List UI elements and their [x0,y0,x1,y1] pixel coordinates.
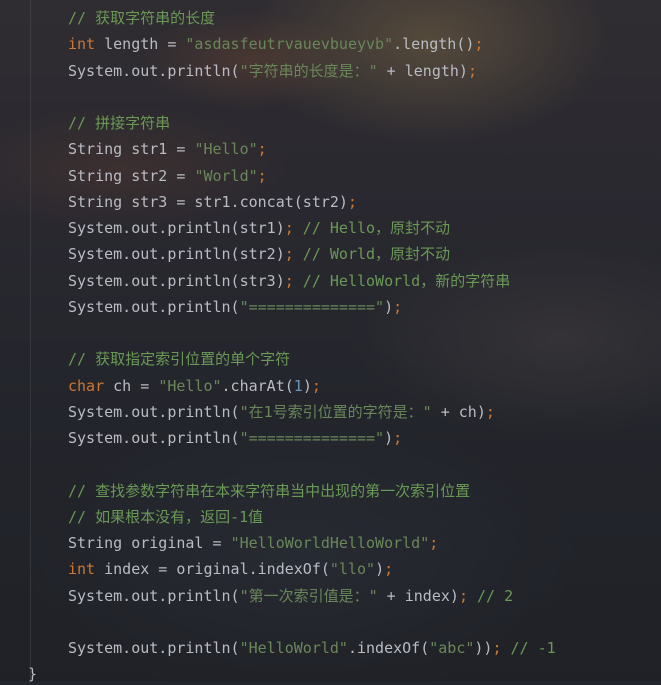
comment-token: // -1 [501,639,556,657]
code-line[interactable]: // 查找参数字符串在本来字符串当中出现的第一次索引位置 [68,480,470,502]
keyword-token: ; [393,429,403,447]
keyword-token: ; [393,298,403,316]
string-literal-token: "字符串的长度是：" [239,62,378,80]
keyword-token: ; [284,272,294,290]
string-literal-token: "在1号索引位置的字符是：" [239,403,432,421]
code-token: ) [375,560,385,578]
code-token: String str3 = str1.concat(str2) [68,193,348,211]
code-line[interactable]: System.out.println(str1); // Hello，原封不动 [68,217,450,239]
code-line[interactable]: System.out.println("在1号索引位置的字符是：" + ch); [68,401,495,423]
code-editor[interactable]: // 获取字符串的长度 int length = "asdasfeutrvaue… [0,0,661,683]
code-line[interactable]: System.out.println(str3); // HelloWorld，… [68,270,510,292]
code-token: String str2 = [68,167,195,185]
string-literal-token: "asdasfeutrvauevbueyvb" [185,35,394,53]
closing-brace-line[interactable]: } [28,663,37,685]
string-literal-token: "HelloWorldHelloWorld" [230,534,430,552]
code-line[interactable]: // 如果根本没有，返回-1值 [68,506,263,528]
keyword-token: ; [311,377,321,395]
code-token: System.out.println(str1) [68,219,285,237]
code-line[interactable]: // 获取指定索引位置的单个字符 [68,348,290,370]
comment-token: // 2 [467,587,514,605]
code-token: System.out.println( [68,429,240,447]
code-token: + index) [377,587,459,605]
keyword-token: ; [284,245,294,263]
string-literal-token: "llo" [329,560,376,578]
string-literal-token: "Hello" [158,377,222,395]
code-line[interactable]: System.out.println(str2); // World，原封不动 [68,243,450,265]
code-line[interactable]: int index = original.indexOf("llo"); [68,558,393,580]
code-line[interactable]: System.out.println("HelloWorld".indexOf(… [68,637,556,659]
keyword-token: ; [347,193,357,211]
code-token: System.out.println( [68,639,240,657]
code-token: index = original.indexOf( [95,560,330,578]
code-line[interactable]: String str3 = str1.concat(str2); [68,191,357,213]
keyword-token: int [68,560,96,578]
code-line[interactable]: // 拼接字符串 [68,112,170,134]
code-line[interactable]: char ch = "Hello".charAt(1); [68,375,321,397]
keyword-token: ; [429,534,439,552]
code-token: System.out.println( [68,298,240,316]
code-token: } [28,665,38,683]
code-token: + length) [377,62,468,80]
code-token: String original = [68,534,231,552]
string-literal-token: "第一次索引值是：" [239,587,378,605]
comment-token: // World，原封不动 [293,245,451,263]
keyword-token: char [68,377,105,395]
code-line[interactable]: String str1 = "Hello"; [68,138,267,160]
code-token: String str1 = [68,140,195,158]
comment-token: // 获取指定索引位置的单个字符 [68,350,291,368]
code-token: ) [384,298,394,316]
code-token: + ch) [431,403,486,421]
keyword-token: int [68,35,96,53]
comment-token: // 获取字符串的长度 [68,9,216,27]
comment-token: // 如果根本没有，返回-1值 [68,508,264,526]
code-token: ch = [104,377,159,395]
comment-token: // 拼接字符串 [68,114,171,132]
keyword-token: ; [492,639,502,657]
comment-token: // 查找参数字符串在本来字符串当中出现的第一次索引位置 [68,482,471,500]
code-line[interactable]: System.out.println("字符串的长度是：" + length); [68,60,477,82]
code-token: .charAt( [221,377,294,395]
keyword-token: ; [458,587,468,605]
code-line[interactable]: System.out.println("第一次索引值是：" + index); … [68,585,513,607]
keyword-token: ; [474,35,484,53]
keyword-token: ; [467,62,477,80]
keyword-token: ; [257,140,267,158]
code-token: .length() [393,35,475,53]
code-line[interactable]: // 获取字符串的长度 [68,7,215,29]
code-line[interactable]: String str2 = "World"; [68,165,267,187]
code-token: System.out.println( [68,62,240,80]
code-line[interactable]: System.out.println("=============="); [68,427,402,449]
comment-token: // HelloWorld，新的字符串 [293,272,511,290]
code-line[interactable]: int length = "asdasfeutrvauevbueyvb".len… [68,33,483,55]
code-token: System.out.println(str3) [68,272,285,290]
code-token: System.out.println( [68,587,240,605]
string-literal-token: "==============" [239,298,385,316]
code-line[interactable]: String original = "HelloWorldHelloWorld"… [68,532,438,554]
string-literal-token: "HelloWorld" [239,639,348,657]
code-token: .indexOf( [347,639,430,657]
keyword-token: ; [257,167,267,185]
keyword-token: ; [384,560,394,578]
string-literal-token: "World" [194,167,258,185]
code-token: ) [384,429,394,447]
code-token: )) [474,639,493,657]
comment-token: // Hello，原封不动 [293,219,451,237]
code-token: ) [302,377,312,395]
code-line[interactable]: System.out.println("=============="); [68,296,402,318]
number-literal-token: 1 [293,377,303,395]
code-token: System.out.println( [68,403,240,421]
keyword-token: ; [485,403,495,421]
keyword-token: ; [284,219,294,237]
string-literal-token: "abc" [429,639,475,657]
string-literal-token: "==============" [239,429,385,447]
code-token: System.out.println(str2) [68,245,285,263]
string-literal-token: "Hello" [194,140,258,158]
code-token: length = [95,35,186,53]
